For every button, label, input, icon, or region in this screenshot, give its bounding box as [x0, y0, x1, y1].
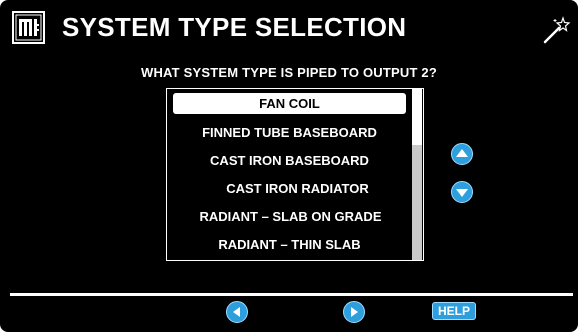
list-item-fan-coil[interactable]: FAN COIL [173, 93, 406, 114]
magic-wand-icon[interactable] [541, 16, 571, 44]
question-text: WHAT SYSTEM TYPE IS PIPED TO OUTPUT 2? [140, 65, 438, 80]
triangle-right-icon [351, 307, 358, 317]
list-scrollbar[interactable] [412, 89, 422, 260]
logo-icon [12, 11, 45, 44]
triangle-left-icon [233, 307, 240, 317]
scroll-down-button[interactable] [451, 181, 473, 203]
list-item-cast-iron-baseboard[interactable]: CAST IRON BASEBOARD [173, 150, 406, 171]
scroll-up-button[interactable] [451, 143, 473, 165]
next-button[interactable] [343, 301, 365, 323]
page-title: SYSTEM TYPE SELECTION [62, 12, 407, 42]
list-item-cast-iron-radiator[interactable]: CAST IRON RADIATOR [181, 178, 414, 199]
footer-divider [10, 293, 573, 296]
scrollbar-thumb[interactable] [412, 89, 422, 145]
triangle-down-icon [456, 189, 468, 197]
back-button[interactable] [226, 301, 248, 323]
help-button[interactable]: HELP [432, 302, 476, 320]
screen: SYSTEM TYPE SELECTION WHAT SYSTEM TYPE I… [0, 0, 578, 332]
system-type-list[interactable]: FAN COIL FINNED TUBE BASEBOARD CAST IRON… [166, 88, 424, 261]
list-item-radiant-slab-on-grade[interactable]: RADIANT – SLAB ON GRADE [174, 206, 407, 227]
list-item-finned-tube-baseboard[interactable]: FINNED TUBE BASEBOARD [173, 122, 406, 143]
list-item-radiant-thin-slab[interactable]: RADIANT – THIN SLAB [173, 234, 406, 255]
triangle-up-icon [456, 149, 468, 157]
